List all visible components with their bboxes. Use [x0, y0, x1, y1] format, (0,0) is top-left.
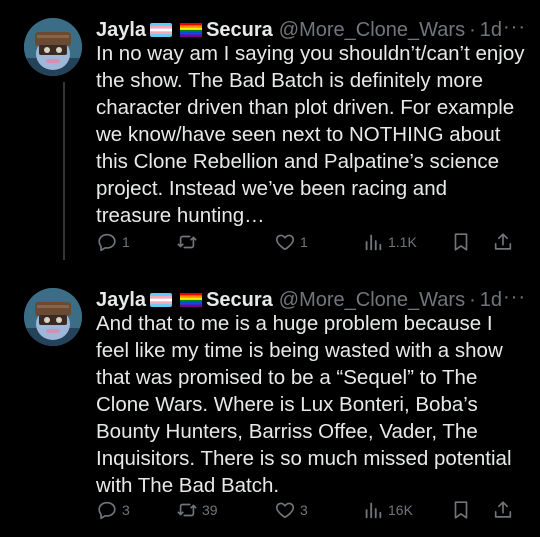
- reply-count: 3: [122, 502, 130, 518]
- reply-button[interactable]: 1: [96, 231, 130, 253]
- heart-icon: [275, 234, 295, 251]
- like-button[interactable]: 3: [274, 499, 308, 521]
- like-count: 3: [300, 502, 308, 518]
- repost-icon: [177, 503, 197, 517]
- like-button[interactable]: 1: [274, 231, 308, 253]
- rainbow-flag-icon: [180, 23, 203, 37]
- timestamp[interactable]: 1d: [480, 19, 502, 42]
- views-button[interactable]: 16K: [362, 499, 413, 521]
- display-name-prefix: Jayla: [96, 288, 147, 311]
- separator: ·: [469, 288, 476, 311]
- views-icon: [365, 502, 382, 519]
- share-button[interactable]: [492, 499, 514, 521]
- tweet-text: And that to me is a huge problem because…: [96, 312, 512, 497]
- avatar[interactable]: [24, 288, 82, 346]
- repost-button[interactable]: 39: [176, 499, 218, 521]
- timestamp[interactable]: 1d: [480, 289, 502, 312]
- view-count: 1.1K: [388, 234, 417, 250]
- heart-icon: [275, 502, 295, 519]
- tweet[interactable]: Jayla Secura @More_Clone_Wars: [0, 8, 540, 260]
- share-button[interactable]: [492, 231, 514, 253]
- display-name[interactable]: Jayla Secura: [96, 289, 273, 312]
- trans-flag-icon: [150, 293, 173, 307]
- trans-flag-icon: [150, 23, 173, 37]
- more-horizontal-icon[interactable]: ···: [503, 16, 526, 38]
- repost-button[interactable]: [176, 231, 202, 253]
- display-name[interactable]: Jayla Secura: [96, 19, 273, 42]
- views-button[interactable]: 1.1K: [362, 231, 417, 253]
- separator: ·: [469, 18, 476, 41]
- tweet[interactable]: Jayla Secura @More_Clone_Wars: [0, 278, 540, 537]
- bookmark-icon: [454, 233, 468, 251]
- user-handle[interactable]: @More_Clone_Wars: [279, 19, 465, 42]
- reply-icon: [98, 501, 116, 520]
- display-name-suffix: Secura: [206, 288, 273, 311]
- display-name-prefix: Jayla: [96, 18, 147, 41]
- timeline: Jayla Secura @More_Clone_Wars · 1d ··· I…: [0, 0, 540, 537]
- reply-button[interactable]: 3: [96, 499, 130, 521]
- share-icon: [494, 233, 512, 250]
- bookmark-icon: [454, 501, 468, 519]
- more-horizontal-icon[interactable]: ···: [503, 286, 526, 308]
- display-name-suffix: Secura: [206, 18, 273, 41]
- user-handle[interactable]: @More_Clone_Wars: [279, 289, 465, 312]
- tweet-text: In no way am I saying you shouldn’t/can’…: [96, 42, 525, 227]
- repost-count: 39: [202, 502, 218, 518]
- like-count: 1: [300, 234, 308, 250]
- bookmark-button[interactable]: [450, 231, 472, 253]
- reply-icon: [98, 233, 116, 252]
- view-count: 16K: [388, 502, 413, 518]
- avatar[interactable]: [24, 18, 82, 76]
- tweet-actions: 1 1 1.1K: [96, 230, 518, 254]
- repost-icon: [177, 235, 197, 249]
- share-icon: [494, 501, 512, 518]
- views-icon: [365, 234, 382, 251]
- reply-count: 1: [122, 234, 130, 250]
- rainbow-flag-icon: [180, 293, 203, 307]
- tweet-actions: 3 39 3 16K: [96, 498, 518, 522]
- bookmark-button[interactable]: [450, 499, 472, 521]
- thread-line: [63, 82, 65, 260]
